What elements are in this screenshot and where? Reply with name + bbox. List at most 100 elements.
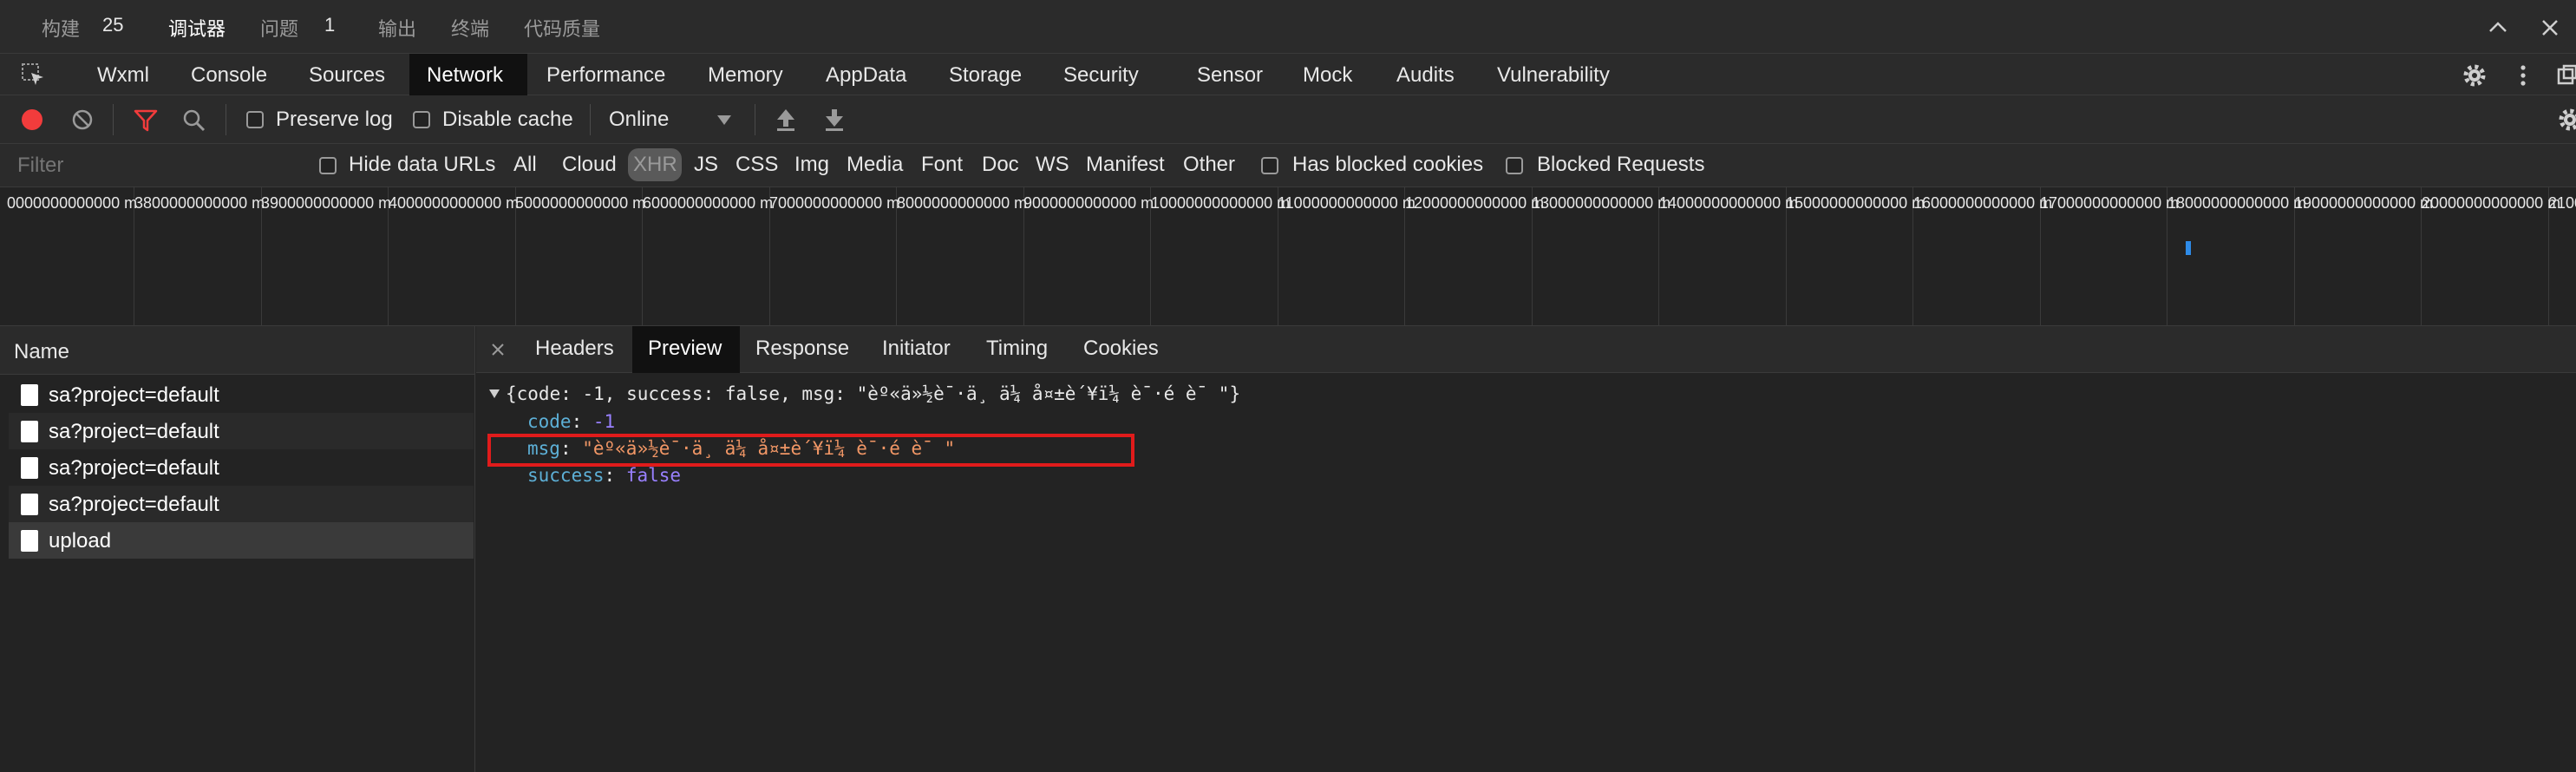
tab-audits[interactable]: Audits (1396, 63, 1455, 88)
timeline-request-bar (2186, 241, 2191, 255)
tab-wxml[interactable]: Wxml (97, 63, 149, 88)
timeline-tick-label: 17000000000000 m (2040, 194, 2180, 212)
panel-tab-code-quality[interactable]: 代码质量 (524, 14, 600, 42)
tab-initiator[interactable]: Initiator (882, 337, 951, 361)
expand-triangle-icon[interactable] (488, 389, 500, 399)
tab-headers[interactable]: Headers (535, 337, 614, 361)
request-row[interactable]: sa?project=default (9, 413, 474, 449)
blocked-requests-checkbox[interactable] (1506, 157, 1523, 174)
request-list-header[interactable]: Name (0, 326, 474, 375)
timeline-tick-label: 14000000000000 m (1659, 194, 1799, 212)
timeline-tick-label: 5000000000000 m (515, 194, 646, 212)
tab-network[interactable]: Network (427, 63, 503, 88)
preserve-log-checkbox[interactable] (246, 111, 264, 128)
export-har-icon[interactable] (824, 108, 845, 132)
code-key: code (527, 411, 572, 432)
filter-type-media[interactable]: Media (847, 153, 903, 177)
timeline-tick-label: 16000000000000 m (1913, 194, 2053, 212)
success-value: false (625, 465, 682, 486)
filter-type-font[interactable]: Font (921, 153, 963, 177)
filter-type-ws[interactable]: WS (1036, 153, 1069, 177)
preserve-log-label: Preserve log (276, 108, 393, 131)
filter-type-img[interactable]: Img (794, 153, 829, 177)
request-name: upload (49, 529, 112, 553)
timeline-tick-label: 6000000000000 m (643, 194, 774, 212)
filter-type-manifest[interactable]: Manifest (1086, 153, 1165, 177)
timeline-tick-label: 21000000000000 m (2548, 194, 2576, 212)
network-settings-icon[interactable] (2557, 108, 2576, 132)
panel-tab-build[interactable]: 构建 (42, 14, 80, 42)
timeline-tick-label: 7000000000000 m (769, 194, 900, 212)
throttling-select[interactable]: Online (609, 108, 669, 132)
panel-tab-output[interactable]: 输出 (378, 14, 416, 42)
filter-type-js[interactable]: JS (694, 153, 718, 177)
clear-icon[interactable] (71, 108, 94, 131)
more-options-icon[interactable] (2517, 62, 2529, 88)
filter-input[interactable] (9, 149, 295, 182)
panel-tab-issues[interactable]: 问题 (260, 14, 298, 42)
timeline-tick-label: 9000000000000 m (1023, 194, 1154, 212)
timeline-tick-label: 3800000000000 m (134, 194, 265, 212)
timeline-tick-label: 10000000000000 m (1151, 194, 1291, 212)
tab-timing[interactable]: Timing (986, 337, 1048, 361)
dock-icon[interactable] (2557, 64, 2576, 87)
timeline-tick-label: 4000000000000 m (389, 194, 520, 212)
timeline-tick-label: 0000000000000 m (7, 194, 138, 212)
disable-cache-label: Disable cache (442, 108, 573, 131)
request-row[interactable]: sa?project=default (9, 376, 474, 413)
timeline-tick-label: 8000000000000 m (897, 194, 1028, 212)
hide-data-urls-checkbox[interactable] (319, 157, 337, 174)
tab-cookies[interactable]: Cookies (1083, 337, 1159, 361)
filter-type-css[interactable]: CSS (736, 153, 778, 177)
inspect-element-icon[interactable] (21, 62, 47, 88)
tab-preview[interactable]: Preview (648, 337, 722, 361)
request-row-selected[interactable]: upload (9, 522, 474, 559)
request-row[interactable]: sa?project=default (9, 449, 474, 486)
toolbar-divider (590, 104, 591, 135)
filter-type-doc[interactable]: Doc (982, 153, 1019, 177)
filter-icon[interactable] (134, 109, 158, 132)
filter-type-xhr[interactable]: XHR (633, 153, 677, 177)
close-icon[interactable] (2540, 17, 2560, 38)
file-icon (21, 494, 38, 515)
gear-icon[interactable] (2462, 62, 2488, 88)
preview-summary[interactable]: {code: -1, success: false, msg: "èº«ä»½è… (506, 383, 1240, 404)
filter-bar: Hide data URLs All Cloud XHR JS CSS Img … (0, 144, 2576, 187)
panel-tab-build-count: 25 (102, 14, 124, 36)
filter-type-all[interactable]: All (513, 153, 537, 177)
close-detail-icon[interactable] (492, 343, 504, 356)
request-row[interactable]: sa?project=default (9, 486, 474, 522)
request-name: sa?project=default (49, 493, 219, 516)
filter-type-cloud[interactable]: Cloud (562, 153, 617, 177)
timeline-tick-label: 15000000000000 m (1786, 194, 1925, 212)
timeline-overview[interactable]: 0000000000000 m 3800000000000 m 3900000000… (0, 187, 2576, 326)
search-icon[interactable] (182, 108, 206, 133)
tab-security[interactable]: Security (1063, 63, 1139, 88)
timeline-tick-label: 18000000000000 m (2167, 194, 2307, 212)
network-toolbar: Preserve log Disable cache Online (0, 95, 2576, 144)
tab-memory[interactable]: Memory (708, 63, 783, 88)
tab-sources[interactable]: Sources (309, 63, 385, 88)
tab-vulnerability[interactable]: Vulnerability (1497, 63, 1610, 88)
tab-console[interactable]: Console (191, 63, 267, 88)
file-icon (21, 530, 38, 552)
tab-response[interactable]: Response (755, 337, 849, 361)
success-property: success: false (527, 465, 682, 486)
filter-type-other[interactable]: Other (1183, 153, 1235, 177)
import-har-icon[interactable] (775, 108, 796, 132)
disable-cache-checkbox[interactable] (413, 111, 430, 128)
tab-appdata[interactable]: AppData (826, 63, 906, 88)
request-name: sa?project=default (49, 420, 219, 443)
tab-sensor[interactable]: Sensor (1197, 63, 1263, 88)
tab-performance[interactable]: Performance (546, 63, 665, 88)
tab-storage[interactable]: Storage (949, 63, 1022, 88)
has-blocked-cookies-checkbox[interactable] (1261, 157, 1278, 174)
panel-tab-debugger[interactable]: 调试器 (168, 14, 226, 42)
panel-tab-terminal[interactable]: 终端 (451, 14, 489, 42)
collapse-icon[interactable] (2488, 17, 2508, 38)
record-button[interactable] (21, 108, 43, 131)
file-icon (21, 421, 38, 442)
dropdown-arrow-icon[interactable] (716, 114, 732, 127)
tab-mock[interactable]: Mock (1303, 63, 1352, 88)
timeline-tick-label: 19000000000000 m (2294, 194, 2434, 212)
